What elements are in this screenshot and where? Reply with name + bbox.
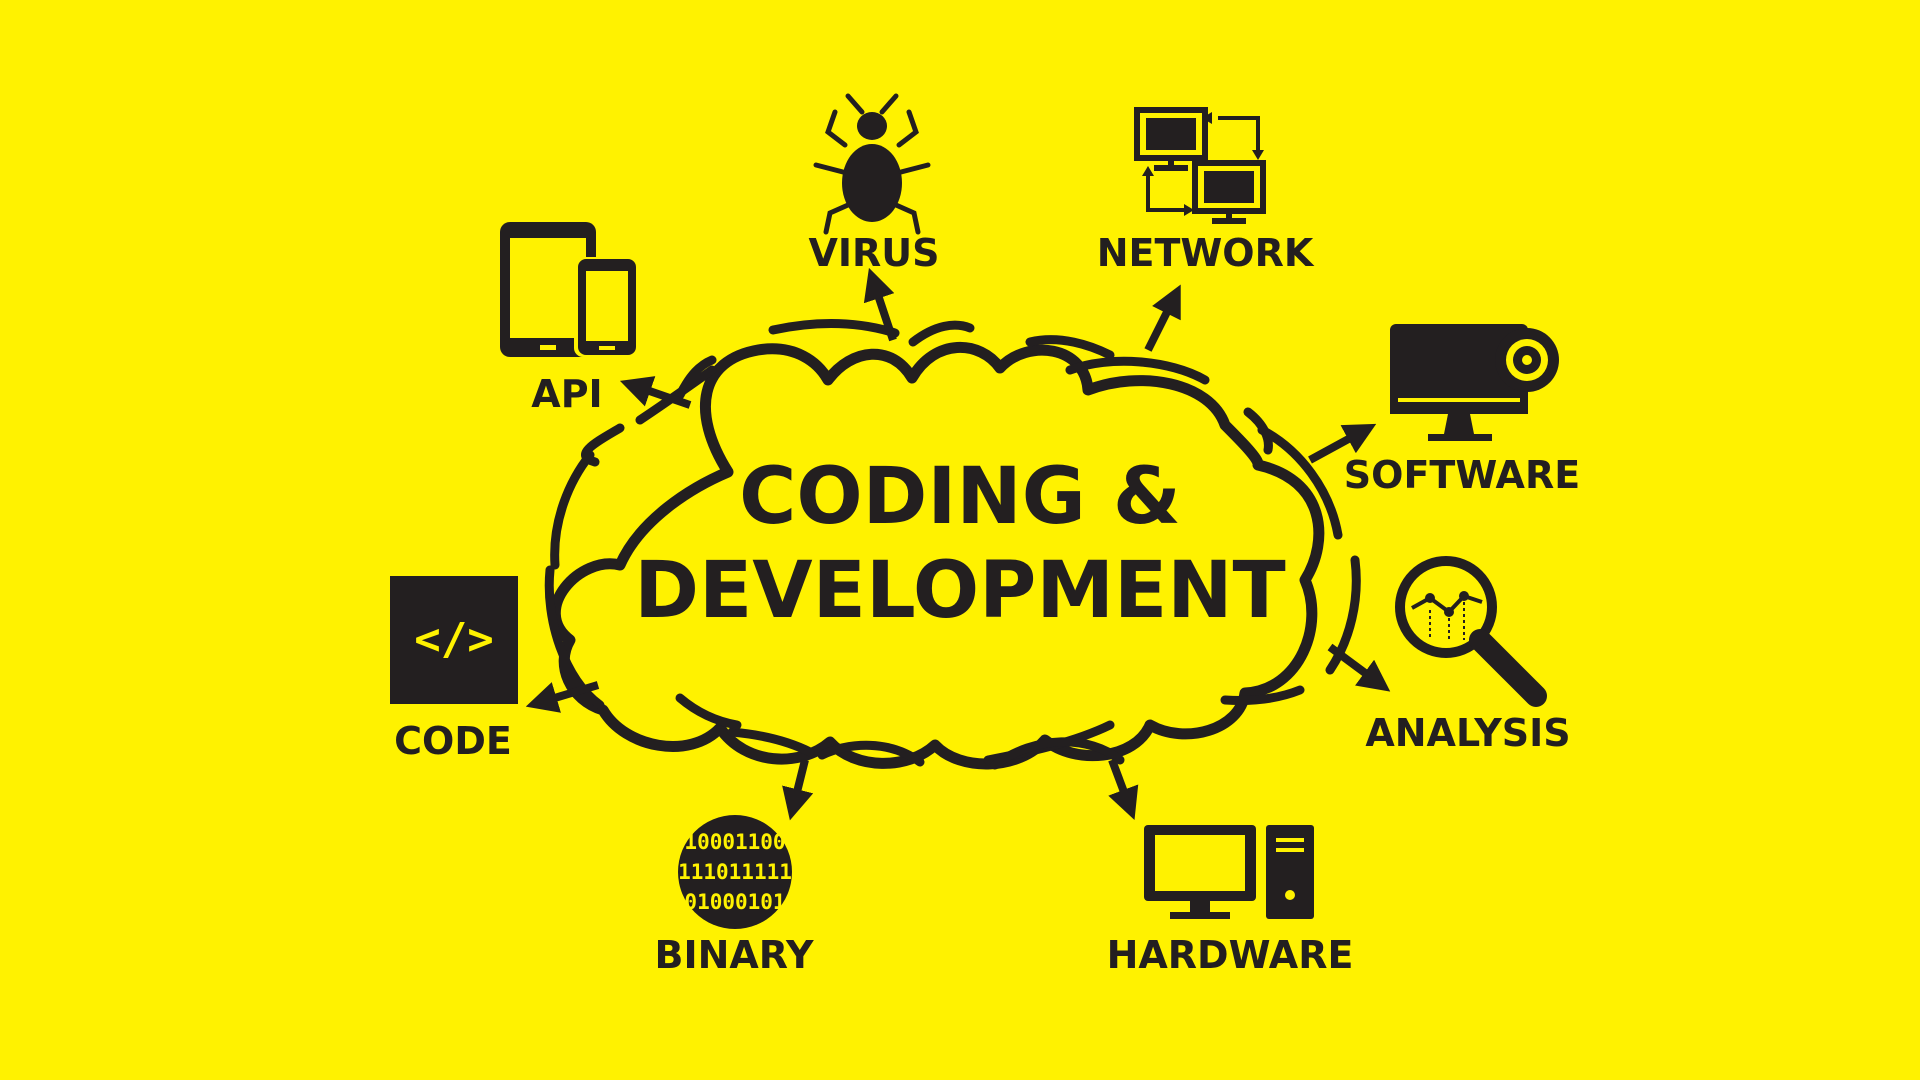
node-hardware: HARDWARE	[1107, 825, 1354, 977]
network-icon	[1134, 107, 1266, 224]
arrow-to-hardware	[1108, 758, 1139, 820]
cloud-arc	[768, 319, 900, 338]
network-label: NETWORK	[1097, 231, 1315, 275]
arrow-to-network	[1144, 284, 1181, 352]
binary-row-3: 01000101	[684, 890, 785, 914]
monitor-disc-icon	[1390, 324, 1559, 441]
hardware-label: HARDWARE	[1107, 933, 1354, 977]
virus-label: VIRUS	[808, 231, 939, 275]
connector-arrows	[525, 267, 1391, 821]
cloud-arc	[581, 423, 625, 467]
code-tag-icon: </>	[390, 576, 518, 704]
binary-row-2: 11110111111	[665, 860, 804, 884]
code-glyph: </>	[414, 614, 493, 665]
binary-label: BINARY	[654, 933, 813, 977]
central-cloud	[544, 319, 1361, 770]
binary-row-1: 10001100	[684, 830, 785, 854]
node-virus: VIRUS	[808, 93, 940, 275]
analysis-label: ANALYSIS	[1365, 711, 1570, 755]
magnifier-chart-icon	[1395, 556, 1547, 707]
binary-circle-icon: 10001100 11110111111 01000101	[665, 815, 805, 929]
node-analysis: ANALYSIS	[1365, 556, 1571, 755]
node-code: </> CODE	[390, 576, 518, 763]
node-binary: 10001100 11110111111 01000101 BINARY	[654, 815, 814, 977]
diagram-canvas: CODING & DEVELOPMENT VIRUS NETWORK API S…	[0, 0, 1920, 1080]
api-label: API	[531, 372, 602, 416]
software-label: SOFTWARE	[1344, 453, 1580, 497]
cloud-arc	[550, 450, 595, 570]
node-network: NETWORK	[1097, 107, 1315, 275]
devices-icon	[500, 222, 638, 357]
node-software: SOFTWARE	[1344, 324, 1580, 497]
cloud-arc	[908, 320, 975, 347]
arrow-to-binary	[782, 759, 814, 821]
center-title-line1: CODING &	[739, 452, 1181, 542]
node-api: API	[500, 222, 638, 416]
mind-map: CODING & DEVELOPMENT VIRUS NETWORK API S…	[390, 93, 1580, 977]
desktop-computer-icon	[1144, 825, 1314, 919]
center-title-line2: DEVELOPMENT	[634, 546, 1285, 636]
bug-icon	[813, 93, 931, 235]
cloud-arc	[675, 693, 742, 730]
code-label: CODE	[394, 719, 512, 763]
